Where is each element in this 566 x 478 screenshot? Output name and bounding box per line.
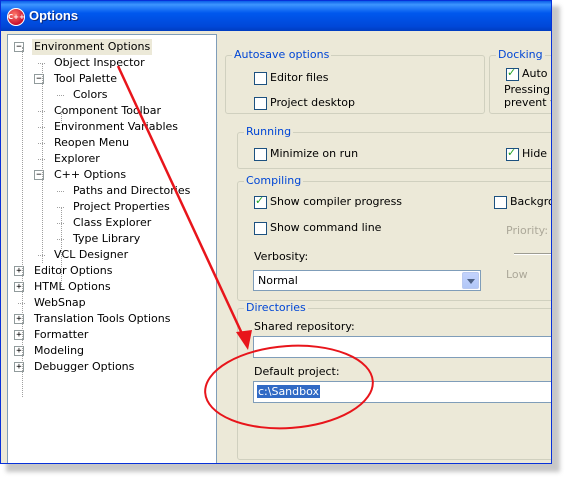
annotation-arrow bbox=[116, 65, 246, 339]
annotation-overlay bbox=[116, 65, 374, 430]
annotation-arrowhead bbox=[236, 330, 252, 350]
annotation-ellipse bbox=[204, 344, 374, 430]
